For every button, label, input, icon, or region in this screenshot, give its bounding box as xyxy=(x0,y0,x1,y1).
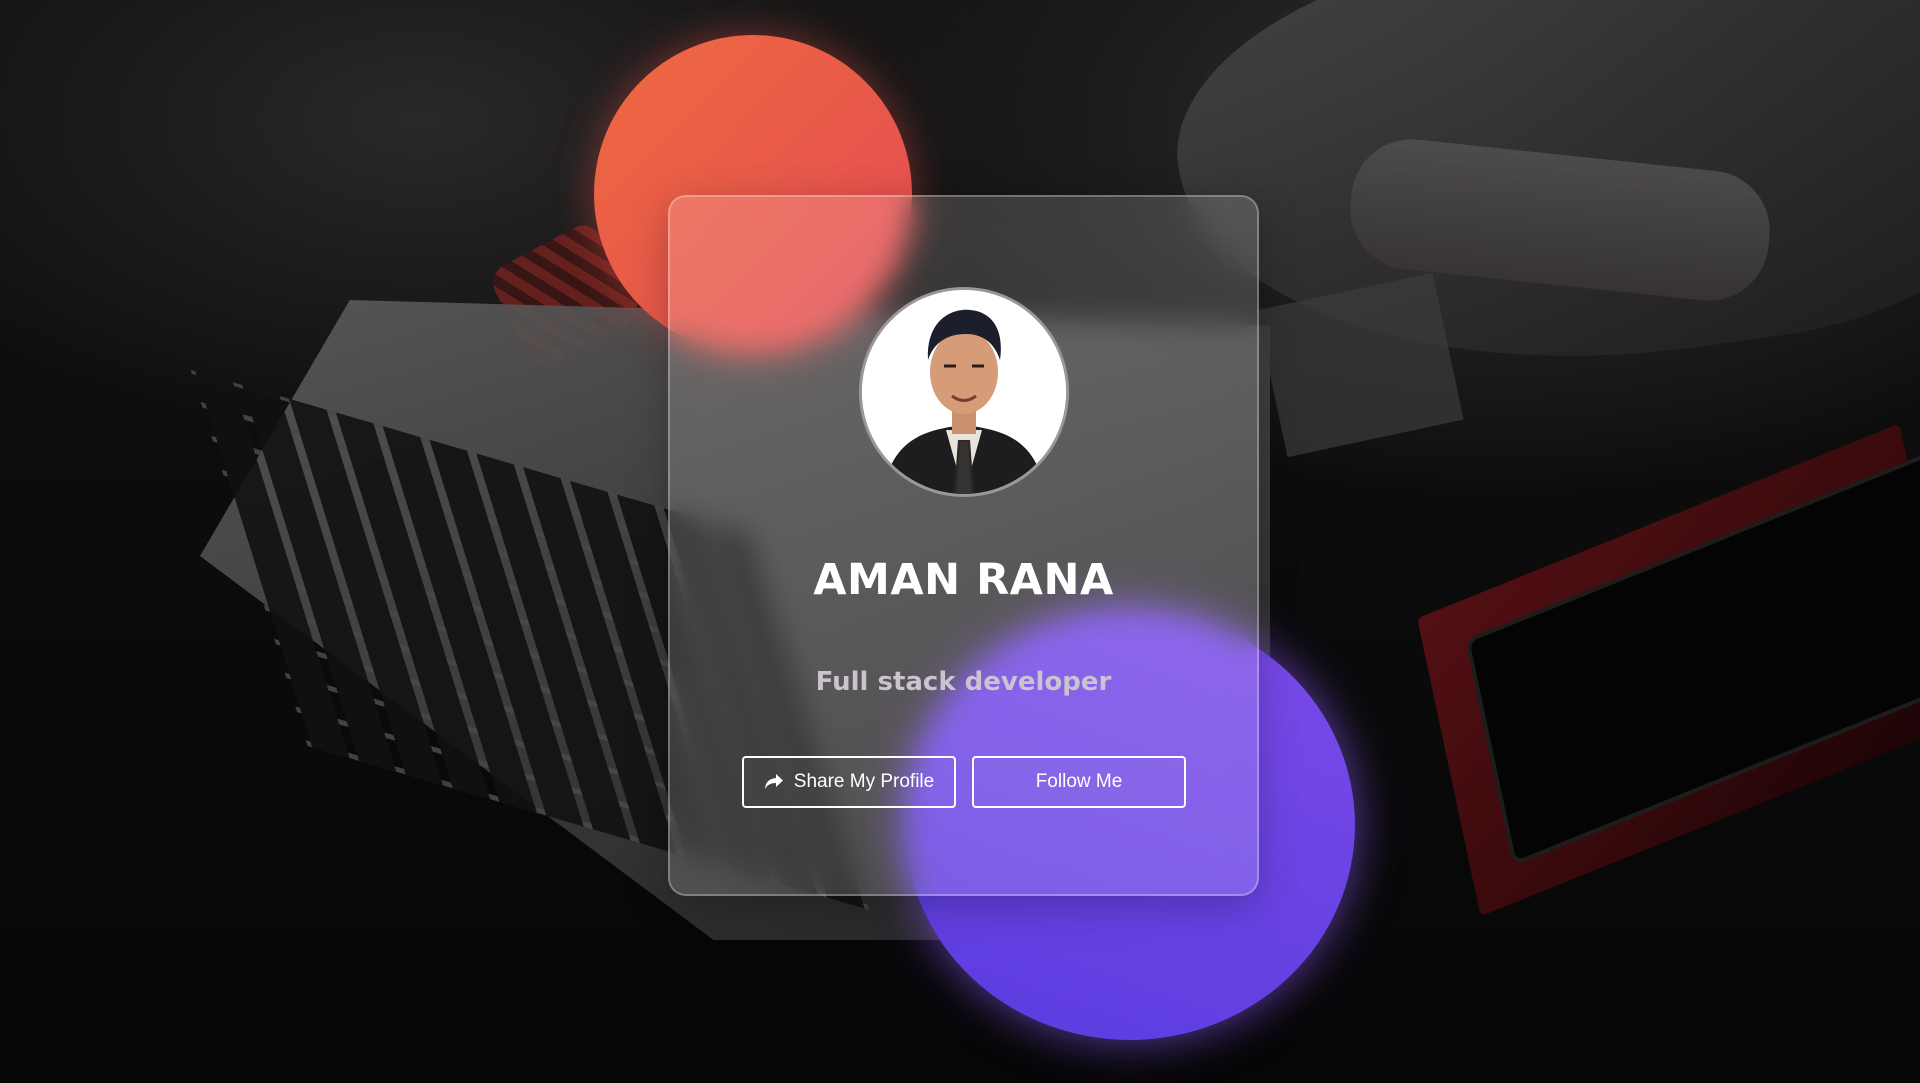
person-photo-icon xyxy=(862,290,1066,494)
share-arrow-icon xyxy=(764,774,783,789)
share-profile-button[interactable]: Share My Profile xyxy=(742,756,956,808)
profile-card: AMAN RANA Full stack developer Share My … xyxy=(668,195,1259,896)
share-profile-label: Share My Profile xyxy=(793,771,935,792)
avatar xyxy=(859,287,1069,497)
follow-label: Follow Me xyxy=(1035,771,1123,792)
follow-button[interactable]: Follow Me xyxy=(972,756,1186,808)
profile-role: Full stack developer xyxy=(815,667,1112,697)
profile-name: AMAN RANA xyxy=(813,555,1114,605)
